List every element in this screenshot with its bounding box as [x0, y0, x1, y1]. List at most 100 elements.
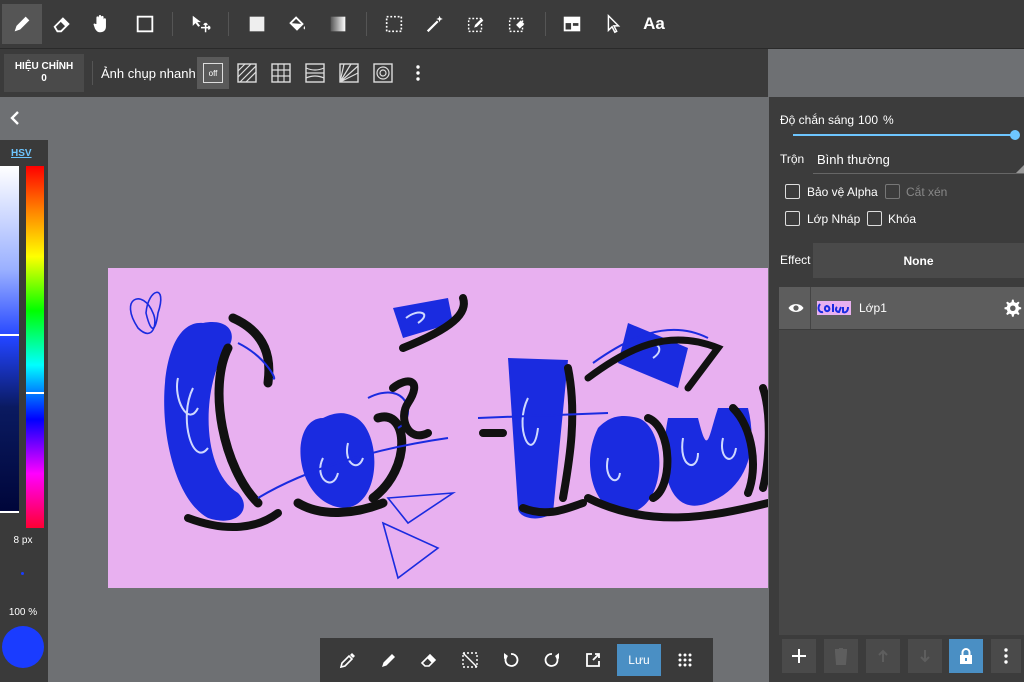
text-tool-button[interactable]: Aa	[634, 4, 674, 44]
visibility-eye-icon[interactable]	[787, 299, 805, 317]
hand-tool-button[interactable]	[81, 4, 121, 44]
perspective-lines-icon	[305, 63, 325, 83]
effect-button[interactable]: None	[813, 243, 1024, 278]
snap-grid-button[interactable]	[265, 57, 297, 89]
more-vert-icon	[416, 65, 420, 81]
undo-button[interactable]	[495, 644, 527, 676]
layout-button[interactable]	[552, 4, 592, 44]
layer-divider	[810, 287, 811, 329]
snap-off-icon: off	[203, 63, 223, 83]
lock-layer-button[interactable]	[949, 639, 983, 673]
snapshot-label: Ảnh chụp nhanh	[101, 66, 196, 81]
more-vert-icon	[1004, 648, 1008, 664]
arrow-up-icon	[878, 649, 888, 662]
snap-perspective-button[interactable]	[299, 57, 331, 89]
main-toolbar: Aa	[0, 0, 1024, 49]
opacity-label: Độ chắn sáng	[780, 113, 855, 127]
shape-tool-button[interactable]	[125, 4, 165, 44]
snap-more-button[interactable]	[402, 57, 434, 89]
move-layer-down-button[interactable]	[908, 639, 942, 673]
snap-off-label: off	[208, 68, 218, 78]
toolbar-divider	[366, 12, 367, 36]
opacity-value: 100	[858, 113, 879, 127]
snap-circle-button[interactable]	[367, 57, 399, 89]
rectangle-icon	[136, 15, 154, 33]
snap-off-button[interactable]: off	[197, 57, 229, 89]
brush-size-label[interactable]: 8 px	[0, 535, 46, 546]
blend-mode-select[interactable]: Bình thường	[813, 147, 1024, 174]
save-label: Lưu	[628, 653, 650, 667]
select-pen-button[interactable]	[456, 4, 496, 44]
effect-value: None	[903, 253, 934, 268]
layer-more-button[interactable]	[991, 639, 1021, 673]
bucket-tool-button[interactable]	[277, 4, 317, 44]
gear-icon[interactable]	[1002, 298, 1022, 318]
collapse-panel-button[interactable]	[6, 108, 26, 128]
opacity-slider[interactable]	[793, 134, 1015, 136]
external-link-icon	[586, 653, 600, 667]
selection-icon	[385, 15, 403, 33]
pointer-button[interactable]	[593, 4, 633, 44]
grid-dots-icon	[678, 653, 692, 667]
pointer-icon	[607, 13, 621, 34]
adjust-label: HIỆU CHỈNH	[14, 61, 74, 72]
draft-layer-label: Lớp Nháp	[807, 212, 861, 226]
layer-item[interactable]: Lớp1	[779, 287, 1024, 329]
bucket-icon	[289, 16, 306, 31]
snapshot-toolbar: HIỆU CHỈNH 0 Ảnh chụp nhanh off	[0, 49, 768, 97]
delete-layer-button[interactable]	[824, 639, 858, 673]
protect-alpha-checkbox[interactable]	[785, 184, 800, 199]
brush-opacity-label[interactable]: 100 %	[0, 607, 46, 618]
toolbar-divider	[172, 12, 173, 36]
redo-button[interactable]	[536, 644, 568, 676]
blend-mode-value: Bình thường	[817, 152, 890, 167]
adjust-button[interactable]: HIỆU CHỈNH 0	[4, 54, 84, 92]
brush-size-preview	[21, 572, 24, 575]
eyedropper-button[interactable]	[332, 644, 364, 676]
hand-icon	[93, 15, 106, 33]
magic-wand-icon	[426, 15, 443, 33]
lock-label: Khóa	[888, 212, 917, 226]
magic-wand-button[interactable]	[415, 4, 455, 44]
hue-slider[interactable]	[26, 166, 44, 528]
layout-icon	[563, 16, 581, 32]
gradient-tool-button[interactable]	[318, 4, 358, 44]
draft-layer-checkbox[interactable]	[785, 211, 800, 226]
eyedropper-icon	[339, 653, 355, 669]
eraser-icon	[420, 653, 437, 667]
trash-icon	[834, 648, 848, 665]
move-tool-button[interactable]	[181, 4, 221, 44]
selection-tool-button[interactable]	[374, 4, 414, 44]
lock-checkbox[interactable]	[867, 211, 882, 226]
snap-parallel-button[interactable]	[231, 57, 263, 89]
color-mode-label[interactable]: HSV	[11, 148, 32, 159]
fill-color-button[interactable]	[237, 4, 277, 44]
arrow-down-icon	[920, 650, 930, 663]
plus-icon	[792, 649, 806, 663]
opacity-slider-handle[interactable]	[1010, 130, 1020, 140]
clip-label: Cắt xén	[906, 185, 948, 199]
adjust-value: 0	[41, 73, 47, 84]
add-layer-button[interactable]	[782, 639, 816, 673]
move-layer-up-button[interactable]	[866, 639, 900, 673]
snap-radial-button[interactable]	[333, 57, 365, 89]
menu-grid-button[interactable]	[669, 644, 701, 676]
layer-list-area	[779, 330, 1024, 635]
current-color-swatch[interactable]	[2, 626, 44, 668]
opacity-unit: %	[883, 113, 894, 127]
brush-button[interactable]	[373, 644, 405, 676]
share-button[interactable]	[577, 644, 609, 676]
saturation-value-picker[interactable]	[0, 166, 19, 513]
layer-thumbnail-art	[817, 303, 849, 314]
gradient-icon	[330, 16, 346, 32]
eraser-tool-button[interactable]	[42, 4, 82, 44]
pencil-tool-button[interactable]	[2, 4, 42, 44]
eraser-button[interactable]	[413, 644, 445, 676]
sv-picker-marker	[0, 334, 19, 336]
toolbar-divider	[228, 12, 229, 36]
select-eraser-button[interactable]	[497, 4, 537, 44]
clip-checkbox[interactable]	[885, 184, 900, 199]
save-button[interactable]: Lưu	[617, 644, 661, 676]
drawing-canvas[interactable]	[108, 268, 768, 588]
deselect-button[interactable]	[454, 644, 486, 676]
